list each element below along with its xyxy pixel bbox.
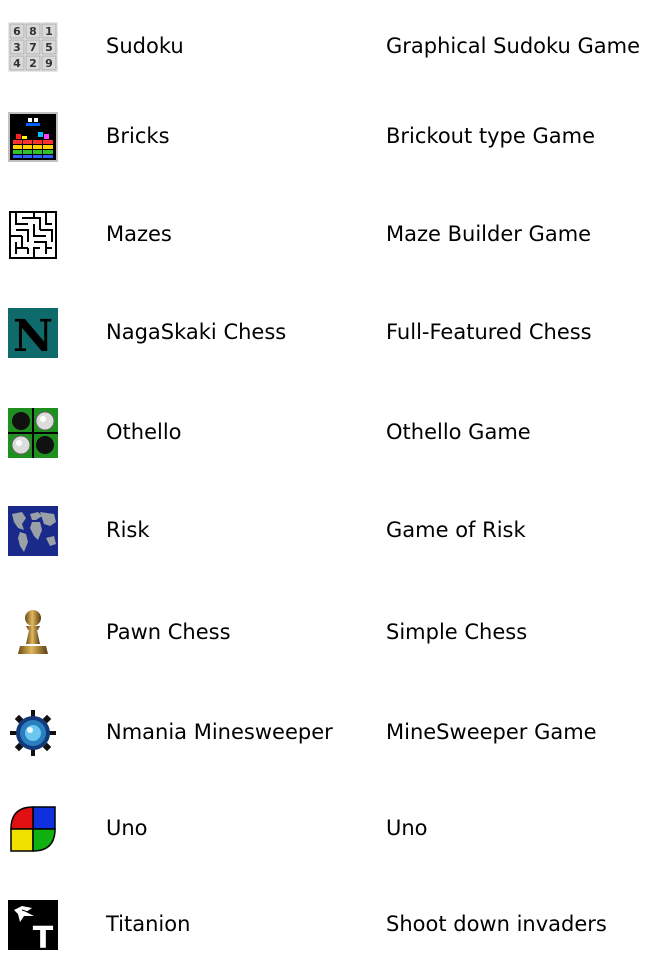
- game-row-titanion[interactable]: T Titanion Shoot down invaders: [0, 894, 672, 954]
- game-name: NagaSkaki Chess: [106, 320, 287, 344]
- game-description: Full-Featured Chess: [386, 320, 592, 344]
- game-name: Othello: [106, 420, 182, 444]
- sudoku-digit: 3: [13, 41, 21, 54]
- game-description: Game of Risk: [386, 518, 526, 542]
- pawn-icon: [8, 608, 58, 658]
- game-description: Maze Builder Game: [386, 222, 592, 246]
- icon-letter: N: [13, 311, 53, 358]
- game-name: Nmania Minesweeper: [106, 720, 333, 744]
- game-name: Pawn Chess: [106, 620, 231, 644]
- sudoku-digit: 2: [29, 57, 37, 70]
- sudoku-digit: 7: [29, 41, 37, 54]
- game-row-pawn-chess[interactable]: Pawn Chess Simple Chess: [0, 602, 672, 662]
- game-row-nagaskaki[interactable]: N NagaSkaki Chess Full-Featured Chess: [0, 302, 672, 362]
- bricks-icon: [8, 112, 58, 162]
- game-name: Bricks: [106, 124, 170, 148]
- nagaskaki-n-icon: N: [8, 308, 58, 358]
- uno-icon: [8, 804, 58, 854]
- game-description: Shoot down invaders: [386, 912, 607, 936]
- mine-icon: [8, 708, 58, 758]
- game-row-mazes[interactable]: Mazes Maze Builder Game: [0, 204, 672, 264]
- game-row-bricks[interactable]: Bricks Brickout type Game: [0, 106, 672, 166]
- maze-icon: [8, 210, 58, 260]
- game-row-uno[interactable]: Uno Uno: [0, 798, 672, 858]
- game-row-othello[interactable]: Othello Othello Game: [0, 402, 672, 462]
- icon-letter: T: [33, 921, 54, 950]
- game-name: Uno: [106, 816, 148, 840]
- game-name: Risk: [106, 518, 150, 542]
- game-row-risk[interactable]: Risk Game of Risk: [0, 500, 672, 560]
- sudoku-digit: 8: [29, 25, 37, 38]
- game-description: Othello Game: [386, 420, 531, 444]
- sudoku-digit: 4: [13, 57, 21, 70]
- game-name: Sudoku: [106, 34, 184, 58]
- othello-icon: [8, 408, 58, 458]
- game-description: MineSweeper Game: [386, 720, 597, 744]
- game-name: Mazes: [106, 222, 172, 246]
- titanion-icon: T: [8, 900, 58, 950]
- sudoku-digit: 6: [13, 25, 21, 38]
- game-description: Graphical Sudoku Game: [386, 34, 641, 58]
- game-row-sudoku[interactable]: 6 8 1 3 7 5 4 2 9 Sudoku Graphical Sudok…: [0, 16, 672, 76]
- sudoku-icon: 6 8 1 3 7 5 4 2 9: [8, 22, 58, 72]
- sudoku-digit: 1: [45, 25, 53, 38]
- game-row-minesweeper[interactable]: Nmania Minesweeper MineSweeper Game: [0, 702, 672, 762]
- game-description: Simple Chess: [386, 620, 528, 644]
- game-name: Titanion: [106, 912, 191, 936]
- world-map-icon: [8, 506, 58, 556]
- game-description: Brickout type Game: [386, 124, 596, 148]
- sudoku-digit: 5: [45, 41, 53, 54]
- sudoku-digit: 9: [45, 57, 53, 70]
- game-description: Uno: [386, 816, 428, 840]
